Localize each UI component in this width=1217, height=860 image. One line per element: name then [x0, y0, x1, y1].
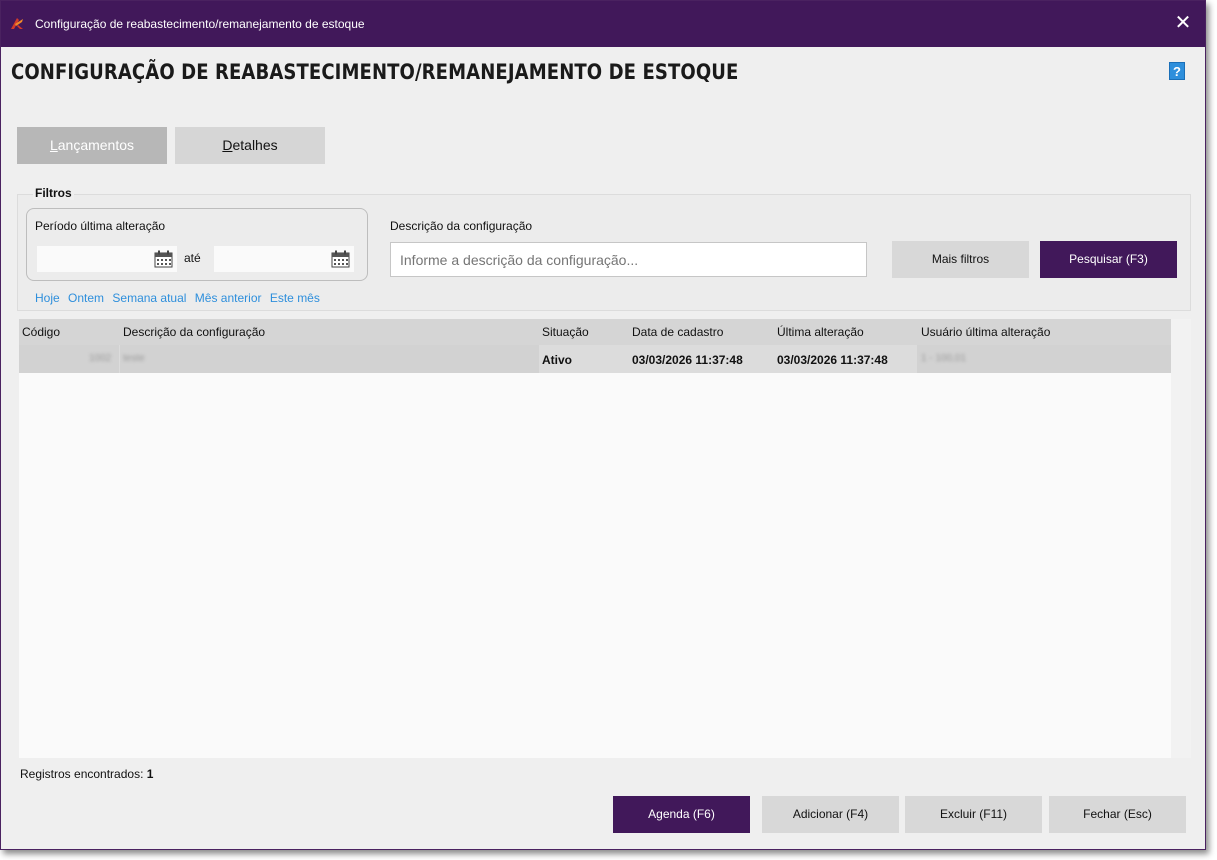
tab-lancamentos-label: ançamentos — [57, 137, 135, 153]
cell-codigo: 1002 — [89, 353, 112, 364]
col-usuario[interactable]: Usuário última alteração — [921, 325, 1050, 339]
link-mes-anterior[interactable]: Mês anterior — [195, 291, 262, 305]
table-scroll-area — [1171, 319, 1191, 758]
cell-usuario: 1 - 100,01 — [921, 353, 967, 364]
title-bar: Configuração de reabastecimento/remaneja… — [1, 1, 1205, 47]
records-label: Registros encontrados: — [20, 767, 144, 781]
period-label: Período última alteração — [35, 219, 166, 233]
cell-situacao: Ativo — [542, 353, 572, 367]
col-data-cadastro[interactable]: Data de cadastro — [632, 325, 723, 339]
cell-shade — [120, 345, 539, 373]
col-ultima-alteracao[interactable]: Última alteração — [777, 325, 864, 339]
tab-lancamentos-mnemonic: L — [49, 137, 58, 153]
calendar-icon[interactable] — [154, 250, 174, 268]
window-title: Configuração de reabastecimento/remaneja… — [35, 17, 365, 31]
tab-detalhes[interactable]: Detalhes — [175, 127, 325, 164]
help-icon[interactable]: ? — [1169, 62, 1185, 80]
add-button[interactable]: Adicionar (F4) — [762, 796, 899, 833]
results-table: Código Descrição da configuração Situaçã… — [19, 319, 1191, 758]
link-semana-atual[interactable]: Semana atual — [112, 291, 186, 305]
cell-data-cadastro: 03/03/2026 11:37:48 — [632, 353, 743, 367]
more-filters-button[interactable]: Mais filtros — [892, 241, 1029, 278]
table-header: Código Descrição da configuração Situaçã… — [19, 319, 1171, 345]
link-ontem[interactable]: Ontem — [68, 291, 104, 305]
tab-detalhes-mnemonic: D — [222, 137, 233, 153]
description-input[interactable] — [390, 242, 867, 277]
link-hoje[interactable]: Hoje — [35, 291, 60, 305]
records-count: 1 — [146, 767, 154, 781]
link-este-mes[interactable]: Este mês — [270, 291, 320, 305]
col-descricao[interactable]: Descrição da configuração — [123, 325, 265, 339]
filters-legend: Filtros — [33, 186, 74, 200]
col-situacao[interactable]: Situação — [542, 325, 589, 339]
close-icon[interactable]: ✕ — [1171, 11, 1195, 35]
tab-lancamentos[interactable]: Lançamentos — [17, 127, 167, 164]
tab-detalhes-label: etalhes — [232, 137, 278, 153]
description-label: Descrição da configuração — [390, 219, 533, 233]
agenda-button[interactable]: Agenda (F6) — [613, 796, 750, 833]
page-title: CONFIGURAÇÃO DE REABASTECIMENTO/REMANEJA… — [11, 60, 739, 84]
cell-descricao: teste — [123, 353, 145, 364]
app-window: Configuração de reabastecimento/remaneja… — [0, 0, 1206, 850]
records-found: Registros encontrados: 1 — [20, 767, 153, 781]
cell-ultima-alteracao: 03/03/2026 11:37:48 — [777, 353, 888, 367]
search-button[interactable]: Pesquisar (F3) — [1040, 241, 1177, 278]
delete-button[interactable]: Excluir (F11) — [905, 796, 1042, 833]
col-codigo[interactable]: Código — [22, 325, 60, 339]
period-quick-links: Hoje Ontem Semana atual Mês anterior Est… — [35, 291, 325, 305]
app-logo-icon — [11, 18, 23, 29]
close-button[interactable]: Fechar (Esc) — [1049, 796, 1186, 833]
table-row[interactable]: 1002 teste Ativo 03/03/2026 11:37:48 03/… — [19, 345, 1171, 373]
calendar-icon[interactable] — [331, 250, 351, 268]
until-label: até — [184, 251, 201, 265]
